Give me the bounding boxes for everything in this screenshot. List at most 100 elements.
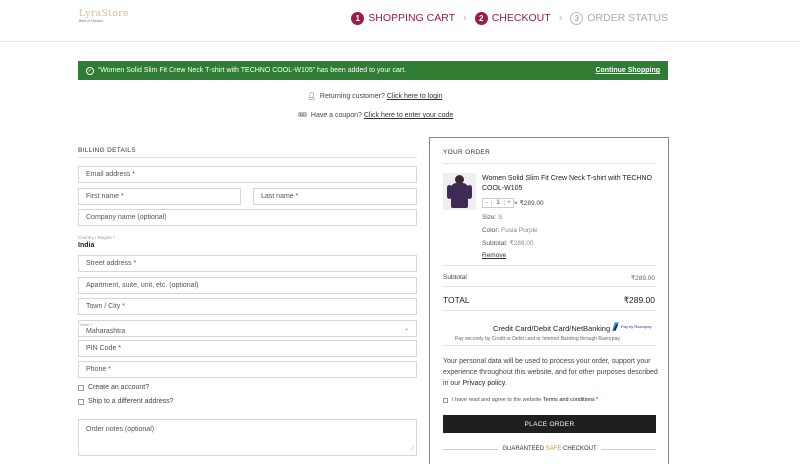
razorpay-icon — [612, 322, 619, 331]
step-number: 3 — [570, 11, 584, 25]
chevron-right-icon: › — [463, 12, 467, 24]
phone-field[interactable]: Phone * — [78, 361, 417, 378]
size-value: S — [498, 214, 503, 221]
order-notes-placeholder: Order notes (optional) — [86, 426, 155, 433]
step-label: SHOPPING CART — [368, 12, 456, 24]
divider — [443, 163, 656, 164]
company-field[interactable]: Company name (optional) — [78, 209, 417, 226]
required-marker: * — [595, 397, 598, 403]
coupon-prompt: 🎟︎ Have a coupon? Click here to enter you… — [298, 111, 453, 119]
returning-text: Returning customer? — [319, 93, 385, 100]
notice-message: “Women Solid Slim Fit Crew Neck T-shirt … — [98, 67, 407, 74]
last-name-field[interactable]: Last name * — [253, 188, 417, 205]
site-header: LyraStore Best of Fashion 1 SHOPPING CAR… — [0, 0, 800, 42]
step-number: 2 — [474, 11, 488, 25]
terms-text: I have read and agree to the website — [452, 397, 542, 403]
divider — [443, 265, 656, 266]
checkout-steps: 1 SHOPPING CART › 2 CHECKOUT › 3 ORDER S… — [351, 10, 668, 26]
qty-price: × ₹289.00 — [514, 200, 544, 207]
divider — [443, 310, 656, 311]
step-order-status: 3 ORDER STATUS — [570, 11, 668, 25]
remove-link[interactable]: Remove — [482, 252, 506, 259]
item-subtotal-value: ₹289.00 — [509, 240, 534, 247]
total-value: ₹289.00 — [623, 295, 655, 305]
item-subtotal-line: Subtotal: ₹289.00 — [482, 239, 534, 247]
terms-agreement[interactable]: I have read and agree to the website Ter… — [443, 397, 598, 403]
place-order-button[interactable]: PLACE ORDER — [443, 415, 656, 433]
state-label: State * — [80, 322, 93, 327]
divider — [443, 345, 656, 346]
divider — [78, 157, 417, 158]
size-line: Size: S — [482, 214, 503, 221]
guarantee-safe: SAFE — [545, 446, 562, 452]
step-shopping-cart[interactable]: 1 SHOPPING CART — [351, 11, 456, 25]
ticket-icon: 🎟︎ — [298, 112, 307, 119]
guaranteed-safe-checkout: GUARANTEED SAFE CHECKOUT — [443, 446, 657, 452]
qty-minus-button[interactable]: - — [483, 200, 491, 206]
step-number: 1 — [351, 11, 365, 25]
terms-link[interactable]: Terms and conditions — [543, 397, 595, 403]
logo-tagline: Best of Fashion — [79, 19, 104, 23]
country-label: Country / Region * — [78, 235, 115, 240]
step-label: ORDER STATUS — [587, 12, 668, 24]
billing-title: BILLING DETAILS — [78, 147, 136, 154]
quantity-stepper[interactable]: - 1 + — [482, 198, 514, 208]
coupon-link[interactable]: Click here to enter your code — [364, 112, 454, 119]
product-name[interactable]: Women Solid Slim Fit Crew Neck T-shirt w… — [482, 174, 657, 194]
size-label: Size: — [482, 214, 497, 221]
qty-input[interactable]: 1 — [491, 200, 505, 206]
logo-text: LyraStore — [79, 9, 129, 19]
create-account-option[interactable]: Create an account? — [78, 384, 149, 391]
subtotal-value: ₹289.00 — [630, 275, 655, 282]
ship-different-label: Ship to a different address? — [88, 398, 174, 405]
pin-code-field[interactable]: PIN Code * — [78, 340, 417, 357]
color-label: Color: — [482, 227, 500, 234]
step-label: CHECKOUT — [491, 12, 551, 24]
order-title: YOUR ORDER — [443, 149, 491, 156]
apartment-field[interactable]: Apartment, suite, unit, etc. (optional) — [78, 277, 417, 294]
ship-different-checkbox[interactable] — [78, 398, 84, 405]
resize-handle-icon[interactable]: ⟋ — [410, 447, 414, 454]
product-image[interactable] — [443, 173, 476, 210]
guarantee-text: GUARANTEED SAFE CHECKOUT — [498, 446, 600, 452]
added-to-cart-notice: ✓ “Women Solid Slim Fit Crew Neck T-shir… — [78, 61, 668, 80]
chevron-right-icon: › — [558, 12, 563, 24]
divider — [443, 286, 656, 287]
continue-shopping-link[interactable]: Continue Shopping — [595, 67, 660, 74]
payment-method-label[interactable]: Credit Card/Debit Card/NetBanking — [493, 324, 610, 333]
subtotal-label: Subtotal — [443, 274, 467, 281]
color-value: Fusia Purple — [501, 227, 538, 234]
state-value: Maharashtra — [86, 328, 126, 335]
create-account-checkbox[interactable] — [78, 384, 84, 391]
qty-plus-button[interactable]: + — [505, 200, 513, 206]
total-label: TOTAL — [443, 295, 470, 305]
login-link[interactable]: Click here to login — [387, 93, 443, 100]
color-line: Color: Fusia Purple — [482, 227, 538, 234]
step-checkout[interactable]: 2 CHECKOUT — [474, 11, 551, 25]
order-notes-textarea[interactable]: Order notes (optional) ⟋ — [78, 419, 417, 456]
guarantee-pre: GUARANTEED — [502, 446, 544, 452]
state-select[interactable]: Maharashtra — [78, 320, 417, 337]
country-value: India — [78, 242, 95, 249]
create-account-label: Create an account? — [88, 384, 150, 391]
returning-customer: 👤︎ Returning customer? Click here to logi… — [307, 92, 442, 100]
coupon-text: Have a coupon? — [310, 112, 362, 119]
email-field[interactable]: Email address * — [78, 166, 417, 183]
terms-checkbox[interactable] — [443, 397, 448, 403]
privacy-notice: Your personal data will be used to proce… — [443, 358, 658, 387]
razorpay-text: Pay by Razorpay — [621, 324, 652, 329]
item-subtotal-label: Subtotal: — [482, 240, 508, 247]
payment-description: Pay securely by Credit or Debit card or … — [455, 336, 621, 342]
city-field[interactable]: Town / City * — [78, 298, 417, 315]
site-logo[interactable]: LyraStore Best of Fashion — [79, 9, 131, 27]
chevron-down-icon: ⌄ — [404, 326, 410, 332]
user-icon: 👤︎ — [307, 93, 316, 100]
street-address-field[interactable]: Street address * — [78, 255, 417, 272]
privacy-policy-link[interactable]: Privacy policy — [462, 380, 504, 387]
divider — [600, 448, 657, 450]
guarantee-post: CHECKOUT — [563, 446, 597, 452]
razorpay-logo: Pay by Razorpay — [612, 322, 651, 331]
order-summary: YOUR ORDER Women Solid Slim Fit Crew Nec… — [429, 137, 669, 464]
first-name-field[interactable]: First name * — [78, 188, 241, 205]
ship-different-option[interactable]: Ship to a different address? — [78, 398, 173, 405]
